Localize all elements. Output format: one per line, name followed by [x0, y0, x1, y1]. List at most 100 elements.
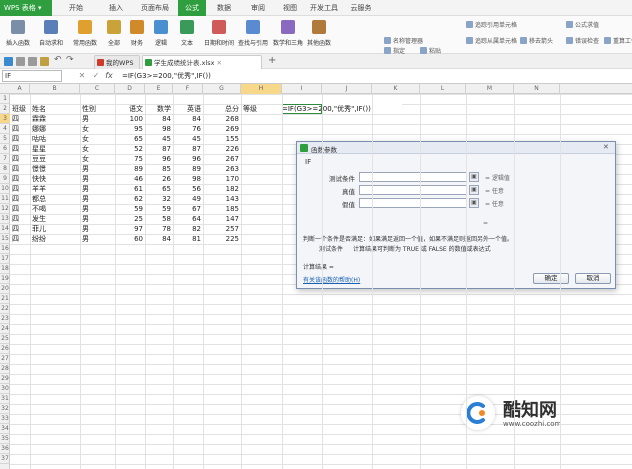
- column-header-K[interactable]: K: [372, 84, 420, 94]
- cell-E14[interactable]: 78: [147, 224, 171, 234]
- menu-developer[interactable]: 开发工具: [305, 0, 343, 16]
- cell-F2[interactable]: 英语: [175, 104, 201, 114]
- cell-A6[interactable]: 四: [12, 144, 28, 154]
- ribbon-button-0[interactable]: 插入函数: [2, 18, 34, 52]
- row-header-13[interactable]: 13: [0, 214, 10, 224]
- row-header-27[interactable]: 27: [0, 354, 10, 364]
- menu-formulas[interactable]: 公式: [178, 0, 206, 16]
- cell-G7[interactable]: 267: [205, 154, 239, 164]
- ribbon-button-3[interactable]: 全部: [104, 18, 124, 52]
- cell-D11[interactable]: 62: [117, 194, 143, 204]
- cell-B13[interactable]: 发生: [32, 214, 78, 224]
- cell-C7[interactable]: 女: [82, 154, 113, 164]
- cell-F8[interactable]: 89: [175, 164, 201, 174]
- brush-icon[interactable]: [40, 57, 49, 66]
- cell-D12[interactable]: 59: [117, 204, 143, 214]
- cell-B7[interactable]: 豆豆: [32, 154, 78, 164]
- cell-D10[interactable]: 61: [117, 184, 143, 194]
- cell-G3[interactable]: 268: [205, 114, 239, 124]
- cell-D8[interactable]: 89: [117, 164, 143, 174]
- menu-page-layout[interactable]: 页面布局: [135, 0, 175, 16]
- row-header-16[interactable]: 16: [0, 244, 10, 254]
- column-header-I[interactable]: I: [282, 84, 322, 94]
- cell-C10[interactable]: 男: [82, 184, 113, 194]
- menu-review[interactable]: 审阅: [244, 0, 272, 16]
- column-header-E[interactable]: E: [145, 84, 173, 94]
- cell-B15[interactable]: 纷纷: [32, 234, 78, 244]
- column-header-M[interactable]: M: [466, 84, 514, 94]
- formula-input[interactable]: =IF(G3>=200,"优秀",IF()): [122, 70, 622, 82]
- column-header-L[interactable]: L: [420, 84, 466, 94]
- cell-G15[interactable]: 225: [205, 234, 239, 244]
- cell-G13[interactable]: 147: [205, 214, 239, 224]
- cell-D5[interactable]: 65: [117, 134, 143, 144]
- column-header-H[interactable]: H: [241, 84, 282, 94]
- print-icon[interactable]: [16, 57, 25, 66]
- undo-icon[interactable]: ↶: [54, 55, 62, 65]
- column-header-N[interactable]: N: [514, 84, 560, 94]
- cell-B8[interactable]: 憬憬: [32, 164, 78, 174]
- cell-G10[interactable]: 182: [205, 184, 239, 194]
- cell-G9[interactable]: 170: [205, 174, 239, 184]
- close-tab-icon[interactable]: ✕: [217, 59, 222, 67]
- cell-A10[interactable]: 四: [12, 184, 28, 194]
- cell-C13[interactable]: 男: [82, 214, 113, 224]
- cell-A12[interactable]: 四: [12, 204, 28, 214]
- row-header-23[interactable]: 23: [0, 314, 10, 324]
- row-header-6[interactable]: 6: [0, 144, 10, 154]
- cell-A9[interactable]: 四: [12, 174, 28, 184]
- new-tab-icon[interactable]: +: [268, 55, 276, 66]
- ribbon-small-button-6[interactable]: 公式求值: [566, 20, 599, 31]
- cell-A14[interactable]: 四: [12, 224, 28, 234]
- row-header-10[interactable]: 10: [0, 184, 10, 194]
- cell-A5[interactable]: 四: [12, 134, 28, 144]
- menu-insert[interactable]: 插入: [102, 0, 130, 16]
- cell-G4[interactable]: 269: [205, 124, 239, 134]
- cell-F7[interactable]: 96: [175, 154, 201, 164]
- cell-A11[interactable]: 四: [12, 194, 28, 204]
- cell-E7[interactable]: 96: [147, 154, 171, 164]
- cell-G12[interactable]: 185: [205, 204, 239, 214]
- cell-B12[interactable]: 不喝: [32, 204, 78, 214]
- cell-C11[interactable]: 男: [82, 194, 113, 204]
- ribbon-button-2[interactable]: 常用函数: [68, 18, 102, 52]
- cell-E12[interactable]: 59: [147, 204, 171, 214]
- logical-test-input[interactable]: [359, 172, 467, 182]
- ribbon-small-button-5[interactable]: 移去箭头: [520, 36, 553, 47]
- cell-B3[interactable]: 霖霖: [32, 114, 78, 124]
- row-header-30[interactable]: 30: [0, 384, 10, 394]
- row-header-37[interactable]: 37: [0, 454, 10, 464]
- cell-D9[interactable]: 46: [117, 174, 143, 184]
- cell-C5[interactable]: 女: [82, 134, 113, 144]
- cell-C9[interactable]: 男: [82, 174, 113, 184]
- cell-A4[interactable]: 四: [12, 124, 28, 134]
- cell-G5[interactable]: 155: [205, 134, 239, 144]
- ribbon-button-5[interactable]: 逻辑: [150, 18, 172, 52]
- cell-G8[interactable]: 263: [205, 164, 239, 174]
- row-header-2[interactable]: 2: [0, 104, 10, 114]
- ribbon-button-1[interactable]: 自动求和: [36, 18, 66, 52]
- value-if-true-input[interactable]: [359, 185, 467, 195]
- cell-F6[interactable]: 87: [175, 144, 201, 154]
- row-header-7[interactable]: 7: [0, 154, 10, 164]
- cell-E11[interactable]: 32: [147, 194, 171, 204]
- row-header-4[interactable]: 4: [0, 124, 10, 134]
- row-header-8[interactable]: 8: [0, 164, 10, 174]
- cell-H2[interactable]: 等级: [243, 104, 280, 114]
- cell-F10[interactable]: 56: [175, 184, 201, 194]
- cell-B6[interactable]: 星星: [32, 144, 78, 154]
- cell-F3[interactable]: 84: [175, 114, 201, 124]
- ribbon-button-4[interactable]: 财务: [126, 18, 148, 52]
- cell-C12[interactable]: 男: [82, 204, 113, 214]
- ok-button[interactable]: 确定: [533, 273, 569, 284]
- cell-E5[interactable]: 45: [147, 134, 171, 144]
- column-header-J[interactable]: J: [322, 84, 372, 94]
- row-header-20[interactable]: 20: [0, 284, 10, 294]
- row-header-35[interactable]: 35: [0, 434, 10, 444]
- cell-B9[interactable]: 快快: [32, 174, 78, 184]
- ribbon-small-button-3[interactable]: 追踪引用单元格: [466, 20, 517, 31]
- column-header-C[interactable]: C: [80, 84, 115, 94]
- row-header-36[interactable]: 36: [0, 444, 10, 454]
- tab-workbook[interactable]: 学生成绩统计表.xlsx ✕: [142, 55, 262, 69]
- collapse-dialog-icon[interactable]: ▣: [469, 198, 479, 208]
